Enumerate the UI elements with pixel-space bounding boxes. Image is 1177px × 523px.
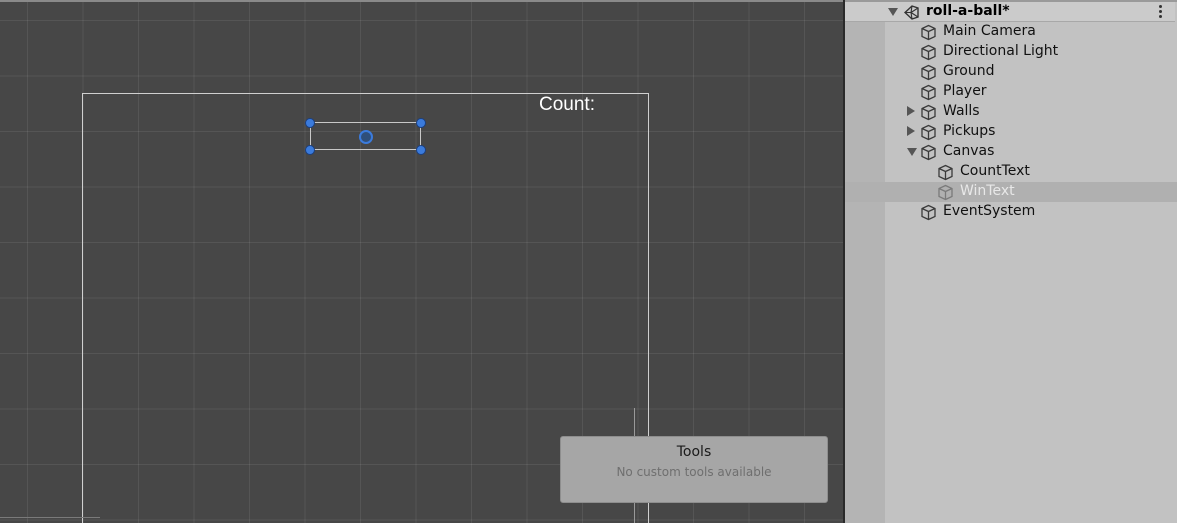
scene-view[interactable]: Count: Tools No custom tools available (0, 0, 843, 523)
more-options-icon[interactable] (1159, 5, 1163, 19)
hierarchy-item-label: WinText (960, 183, 1015, 199)
tools-empty-message: No custom tools available (616, 465, 772, 479)
hierarchy-item-canvas[interactable]: Canvas (845, 142, 1177, 162)
hierarchy-item-label: Directional Light (943, 43, 1059, 59)
gameobject-cube-icon (921, 64, 936, 81)
expand-right-icon[interactable] (907, 126, 915, 136)
hierarchy-item-label: Ground (943, 63, 995, 79)
hierarchy-item-label: Walls (943, 103, 980, 119)
hierarchy-item-main-camera[interactable]: Main Camera (845, 22, 1177, 42)
scene-header-row[interactable]: roll-a-ball* (845, 2, 1175, 22)
hierarchy-item-label: EventSystem (943, 203, 1036, 219)
gameobject-cube-icon (938, 164, 953, 181)
hierarchy-item-pickups[interactable]: Pickups (845, 122, 1177, 142)
hierarchy-item-label: Pickups (943, 123, 996, 139)
hierarchy-item-counttext[interactable]: CountText (845, 162, 1177, 182)
rect-handle-top-right[interactable] (416, 118, 426, 128)
gameobject-cube-icon (921, 104, 936, 121)
tools-overlay-panel: Tools No custom tools available (560, 436, 828, 503)
scene-bottom-marker (0, 517, 100, 523)
expand-right-icon[interactable] (907, 106, 915, 116)
gameobject-cube-icon (921, 144, 936, 161)
scene-toolbar-strip (0, 0, 843, 2)
hierarchy-panel: roll-a-ball* Main Camera Directional Ligh… (845, 0, 1177, 523)
rect-pivot-handle[interactable] (359, 130, 373, 144)
gameobject-cube-icon (921, 204, 936, 221)
gameobject-cube-icon (921, 24, 936, 41)
gameobject-cube-icon (938, 184, 953, 201)
hierarchy-item-walls[interactable]: Walls (845, 102, 1177, 122)
hierarchy-item-label: Player (943, 83, 987, 99)
unity-scene-icon (903, 5, 919, 20)
hierarchy-item-directional-light[interactable]: Directional Light (845, 42, 1177, 62)
expand-down-icon[interactable] (888, 8, 898, 16)
rect-handle-top-left[interactable] (305, 118, 315, 128)
count-text-preview[interactable]: Count: (539, 94, 595, 116)
hierarchy-item-wintext[interactable]: WinText (845, 182, 1177, 202)
hierarchy-item-eventsystem[interactable]: EventSystem (845, 202, 1177, 222)
rect-handle-bottom-left[interactable] (305, 145, 315, 155)
scene-name: roll-a-ball* (926, 3, 1010, 19)
gameobject-cube-icon (921, 124, 936, 141)
gameobject-cube-icon (921, 84, 936, 101)
gameobject-cube-icon (921, 44, 936, 61)
hierarchy-item-ground[interactable]: Ground (845, 62, 1177, 82)
rect-handle-bottom-right[interactable] (416, 145, 426, 155)
hierarchy-item-label: Main Camera (943, 23, 1036, 39)
tools-title: Tools (676, 444, 712, 460)
expand-down-icon[interactable] (907, 148, 917, 156)
hierarchy-item-label: Canvas (943, 143, 995, 159)
hierarchy-item-player[interactable]: Player (845, 82, 1177, 102)
hierarchy-item-label: CountText (960, 163, 1030, 179)
